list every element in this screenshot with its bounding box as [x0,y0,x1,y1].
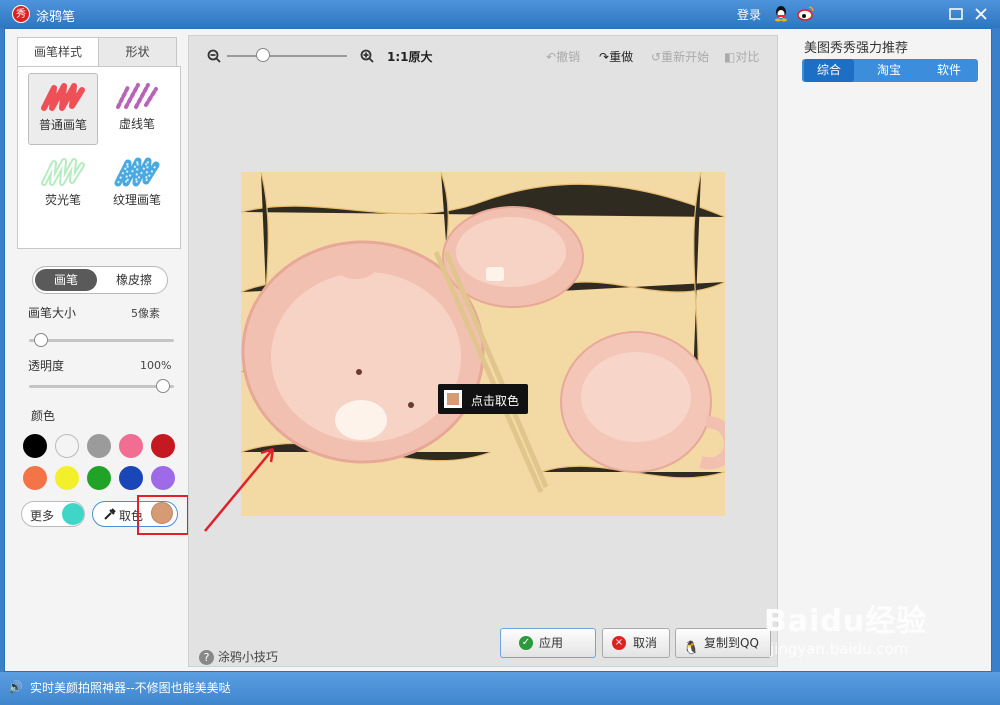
tab-software[interactable]: 软件 [924,59,974,82]
baidu-watermark: Baidu经验 jingyan.baidu.com [764,596,927,658]
undo-icon: ↶ [546,50,557,64]
texture-brush-icon [114,157,160,187]
login-link[interactable]: 登录 [737,6,761,23]
apply-button[interactable]: ✓ 应用 [500,628,596,658]
restart-button[interactable]: ↺重新开始 [651,48,709,65]
copy-to-qq-button[interactable]: 🐧 复制到QQ [675,628,771,658]
picked-color-swatch [151,502,173,524]
copy-to-qq-label: 复制到QQ [704,636,759,650]
more-colors-label: 更多 [30,509,55,523]
compare-button[interactable]: ◧对比 [724,48,759,65]
doodle-tips-link[interactable]: ? 涂鸦小技巧 [199,648,278,665]
zoom-knob[interactable] [256,48,270,62]
tab-taobao[interactable]: 淘宝 [864,59,914,82]
status-bar: 🔊 实时美颜拍照神器--不修图也能美美哒 [0,672,1000,705]
close-icon[interactable] [973,6,989,22]
highlighter-brush-icon [41,158,85,186]
brush-texture[interactable]: 纹理画笔 [102,149,172,221]
color-swatch[interactable] [119,434,143,458]
doodle-window: 画笔样式 形状 普通画笔 虚线笔 荧光笔 纹理画笔 画笔 橡皮擦 画笔大小 5像… [4,28,992,672]
redo-label: 重做 [609,50,634,64]
color-swatch[interactable] [55,434,79,458]
help-icon: ? [199,650,214,665]
color-swatch[interactable] [151,466,175,490]
apply-label: 应用 [539,636,564,650]
zoom-slider[interactable] [227,55,347,57]
color-swatch[interactable] [87,466,111,490]
tab-general[interactable]: 综合 [804,59,854,82]
color-swatch[interactable] [23,466,47,490]
brush-mode-button[interactable]: 画笔 [35,269,97,291]
compare-icon: ◧ [724,50,736,64]
arrow-annotation-icon [204,447,275,532]
weibo-icon[interactable] [797,5,815,22]
photo-canvas[interactable] [241,172,725,516]
actual-size-button[interactable]: 1:1原大 [387,48,433,65]
brush-size-value: 5像素 [131,307,160,320]
restart-label: 重新开始 [661,50,710,64]
zoom-out-icon[interactable] [207,49,221,63]
color-swatch[interactable] [23,434,47,458]
brush-highlighter[interactable]: 荧光笔 [28,149,98,221]
speaker-icon: 🔊 [8,680,23,694]
brush-dashed[interactable]: 虚线笔 [102,73,172,145]
check-icon: ✓ [519,636,533,650]
brush-label: 荧光笔 [44,193,81,207]
color-swatch[interactable] [119,466,143,490]
color-swatch[interactable] [55,466,79,490]
status-text[interactable]: 实时美颜拍照神器--不修图也能美美哒 [30,679,231,696]
more-colors-button[interactable]: 更多 [21,501,85,527]
tooltip-color-box [444,390,462,408]
tooltip-label: 点击取色 [471,394,520,408]
color-label: 颜色 [31,409,56,423]
cancel-label: 取消 [633,636,658,650]
brush-label: 普通画笔 [38,118,87,132]
dashed-brush-icon [116,83,158,109]
cancel-icon: × [612,636,626,650]
opacity-knob[interactable] [156,379,170,393]
tab-shape[interactable]: 形状 [98,37,177,67]
more-color-swatch [62,503,84,525]
brush-label: 虚线笔 [118,117,155,131]
window-title: 涂鸦笔 [36,10,76,25]
tab-brush-style[interactable]: 画笔样式 [17,37,99,67]
opacity-slider[interactable] [29,385,174,388]
tips-label: 涂鸦小技巧 [217,650,278,664]
eraser-mode-button[interactable]: 橡皮擦 [103,269,165,291]
color-swatch[interactable] [87,434,111,458]
recommend-tabs: 综合 淘宝 软件 [802,59,978,82]
app-logo-icon: 秀 [12,5,30,23]
brush-style-panel: 普通画笔 虚线笔 荧光笔 纹理画笔 [17,66,181,249]
compare-label: 对比 [735,50,760,64]
redo-button[interactable]: ↷重做 [599,48,633,65]
opacity-label: 透明度 [28,359,65,373]
zoom-in-icon[interactable] [360,49,374,63]
cancel-button[interactable]: × 取消 [602,628,670,658]
watermark-brand: Baidu经验 [764,604,928,639]
brush-size-label: 画笔大小 [28,306,77,320]
brush-normal[interactable]: 普通画笔 [28,73,98,145]
brush-size-slider[interactable] [29,339,174,342]
watermark-url: jingyan.baidu.com [770,640,909,658]
opacity-value: 100% [140,359,172,372]
brush-label: 纹理画笔 [112,193,161,207]
eyedropper-icon [104,508,116,520]
recommend-title: 美图秀秀强力推荐 [804,41,909,56]
color-picker-tooltip: 点击取色 [438,384,528,414]
brush-eraser-toggle: 画笔 橡皮擦 [32,266,168,294]
maximize-icon[interactable] [948,6,964,22]
color-swatch[interactable] [151,434,175,458]
qq-small-icon: 🐧 [683,641,700,656]
qq-icon[interactable] [773,5,789,22]
title-bar: 秀 涂鸦笔 登录 [0,0,1000,28]
normal-brush-icon [41,83,85,111]
undo-label: 撤销 [556,50,581,64]
undo-button[interactable]: ↶撤销 [546,48,580,65]
restart-icon: ↺ [651,50,662,64]
redo-icon: ↷ [599,50,610,64]
brush-size-knob[interactable] [34,333,48,347]
